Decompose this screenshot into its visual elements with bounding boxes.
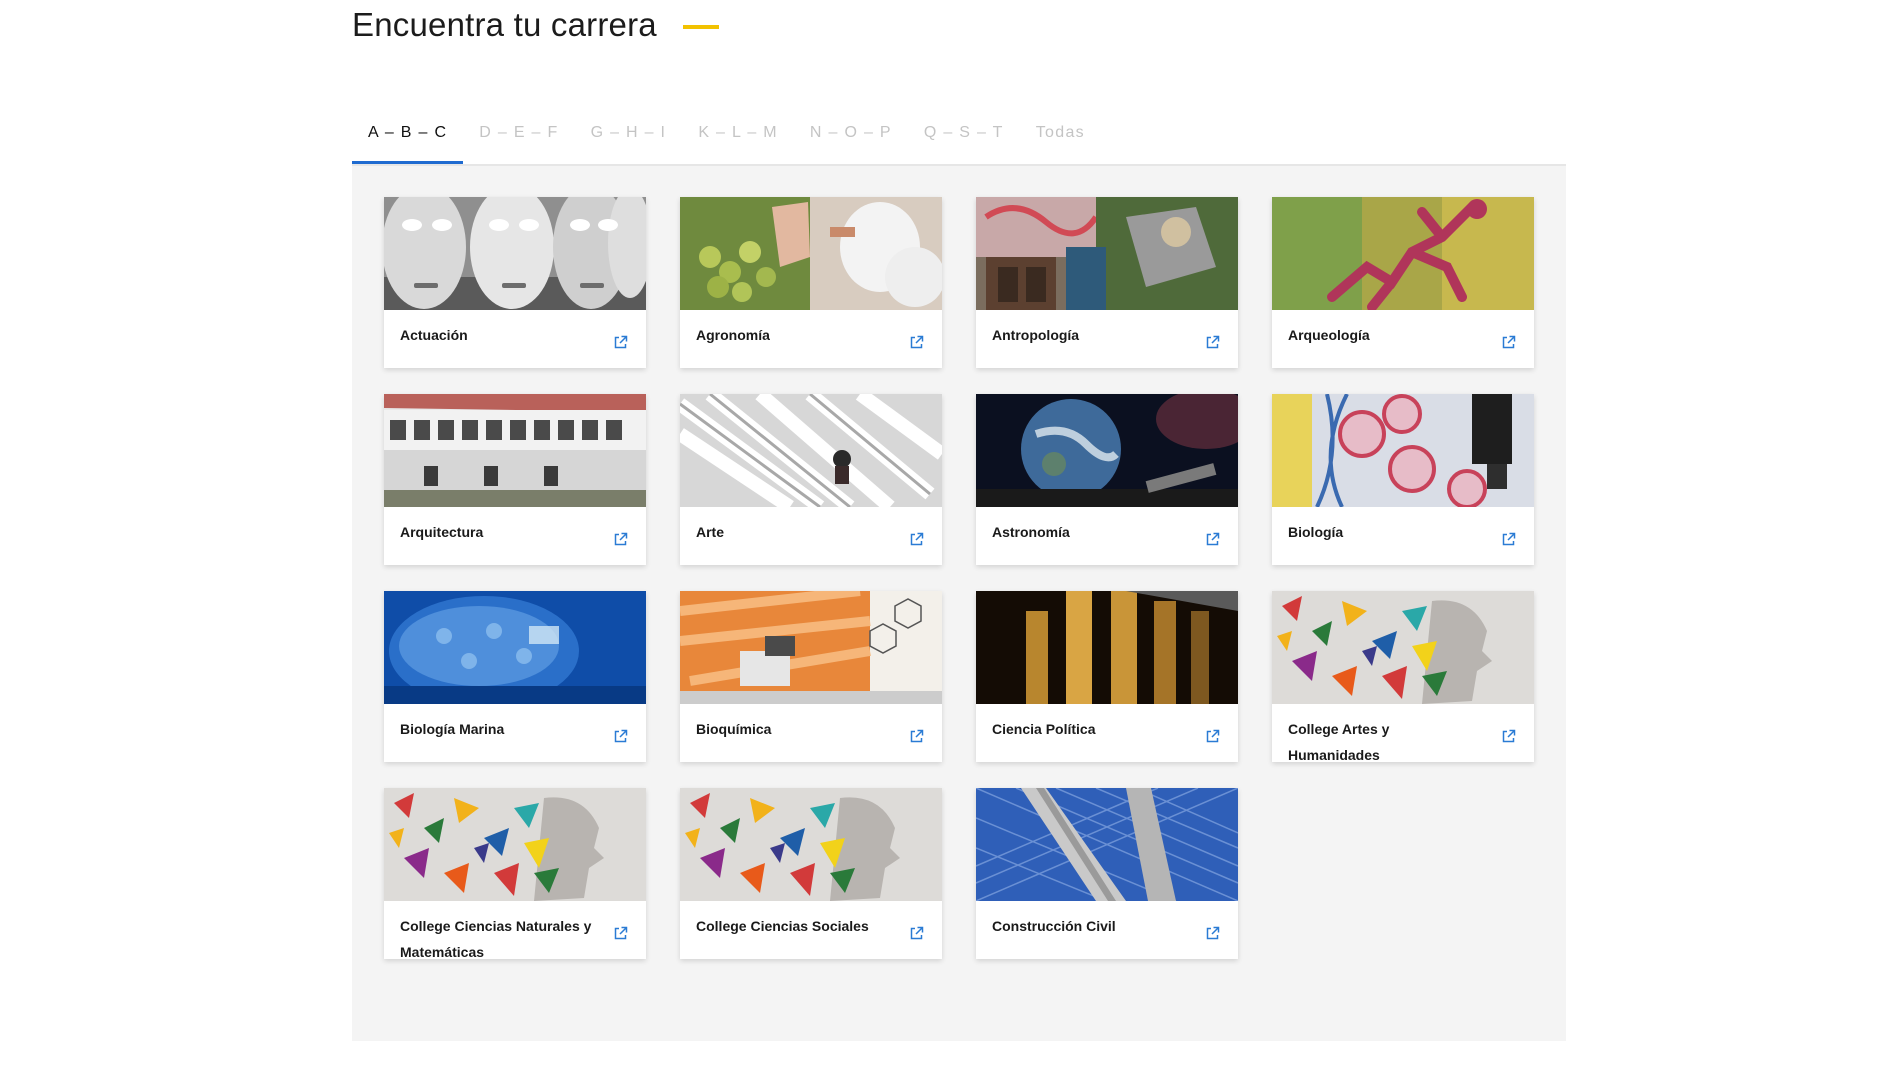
career-card-biologia-marina[interactable]: Biología Marina (384, 591, 646, 762)
career-label: College Ciencias Sociales (696, 918, 869, 934)
external-link-icon[interactable] (909, 926, 924, 941)
career-label: Agronomía (696, 327, 770, 343)
career-image-actuacion (384, 197, 646, 310)
external-link-icon[interactable] (909, 335, 924, 350)
career-card-agronomia[interactable]: Agronomía (680, 197, 942, 368)
career-card-college-ciencias-naturales[interactable]: College Ciencias Naturales y Matemáticas (384, 788, 646, 959)
external-link-icon[interactable] (1501, 729, 1516, 744)
career-label: Ciencia Política (992, 721, 1096, 737)
career-card-arqueologia[interactable]: Arqueología (1272, 197, 1534, 368)
external-link-icon[interactable] (1501, 335, 1516, 350)
external-link-icon[interactable] (909, 532, 924, 547)
tab-todas[interactable]: Todas (1020, 118, 1101, 164)
external-link-icon[interactable] (613, 335, 628, 350)
careers-panel: Actuación Agronomía Antropología Arqueol… (352, 166, 1566, 1041)
career-image-antropologia (976, 197, 1238, 310)
tab-a-b-c[interactable]: A – B – C (352, 118, 464, 164)
career-label: Biología (1288, 524, 1344, 540)
external-link-icon[interactable] (613, 926, 628, 941)
external-link-icon[interactable] (1205, 729, 1220, 744)
external-link-icon[interactable] (1205, 926, 1220, 941)
career-label: College Artes y Humanidades (1288, 721, 1390, 762)
external-link-icon[interactable] (613, 532, 628, 547)
external-link-icon[interactable] (1501, 532, 1516, 547)
title-underline-accent (682, 25, 719, 29)
career-label: Construcción Civil (992, 918, 1116, 934)
career-card-arquitectura[interactable]: Arquitectura (384, 394, 646, 565)
tab-g-h-i[interactable]: G – H – I (575, 118, 683, 164)
career-label: College Ciencias Naturales y Matemáticas (400, 918, 592, 959)
tab-n-o-p[interactable]: N – O – P (794, 118, 908, 164)
career-label: Biología Marina (400, 721, 505, 737)
career-image-ciencia-politica (976, 591, 1238, 704)
career-image-bioquimica (680, 591, 942, 704)
career-label: Arte (696, 524, 725, 540)
career-card-actuacion[interactable]: Actuación (384, 197, 646, 368)
career-image-biologia-marina (384, 591, 646, 704)
external-link-icon[interactable] (613, 729, 628, 744)
career-label: Astronomía (992, 524, 1070, 540)
tab-d-e-f[interactable]: D – E – F (463, 118, 574, 164)
career-label: Arquitectura (400, 524, 484, 540)
career-image-biologia (1272, 394, 1534, 507)
page-title: Encuentra tu carrera (352, 6, 657, 43)
career-image-arte (680, 394, 942, 507)
tab-q-s-t[interactable]: Q – S – T (908, 118, 1020, 164)
career-image-college-ciencias-naturales (384, 788, 646, 901)
career-image-college-ciencias-sociales (680, 788, 942, 901)
external-link-icon[interactable] (1205, 335, 1220, 350)
career-card-ciencia-politica[interactable]: Ciencia Política (976, 591, 1238, 762)
career-card-antropologia[interactable]: Antropología (976, 197, 1238, 368)
career-image-construccion-civil (976, 788, 1238, 901)
section-header: Encuentra tu carrera (352, 6, 719, 44)
career-card-bioquimica[interactable]: Bioquímica (680, 591, 942, 762)
tab-k-l-m[interactable]: K – L – M (682, 118, 794, 164)
career-image-astronomia (976, 394, 1238, 507)
career-label: Antropología (992, 327, 1080, 343)
career-image-arquitectura (384, 394, 646, 507)
career-image-agronomia (680, 197, 942, 310)
external-link-icon[interactable] (1205, 532, 1220, 547)
career-label: Bioquímica (696, 721, 772, 737)
career-card-construccion-civil[interactable]: Construcción Civil (976, 788, 1238, 959)
career-image-college-artes-humanidades (1272, 591, 1534, 704)
career-card-astronomia[interactable]: Astronomía (976, 394, 1238, 565)
career-image-arqueologia (1272, 197, 1534, 310)
career-card-college-ciencias-sociales[interactable]: College Ciencias Sociales (680, 788, 942, 959)
career-card-college-artes-humanidades[interactable]: College Artes y Humanidades (1272, 591, 1534, 762)
external-link-icon[interactable] (909, 729, 924, 744)
career-card-arte[interactable]: Arte (680, 394, 942, 565)
career-label: Actuación (400, 327, 468, 343)
alphabet-tabs: A – B – C D – E – F G – H – I K – L – M … (352, 118, 1566, 166)
career-label: Arqueología (1288, 327, 1370, 343)
career-card-biologia[interactable]: Biología (1272, 394, 1534, 565)
